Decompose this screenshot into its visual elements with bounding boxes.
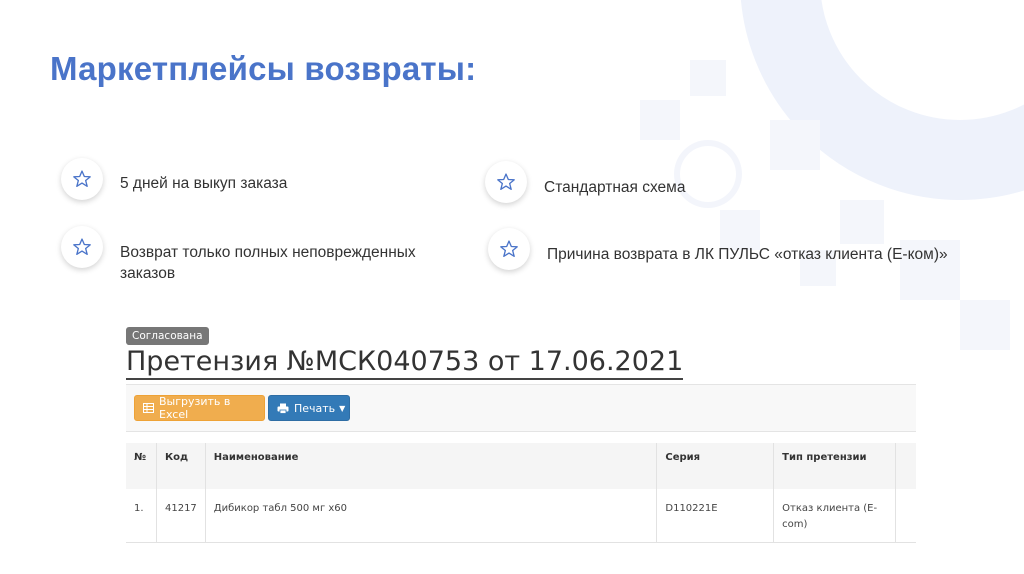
column-header-series: Серия bbox=[656, 443, 774, 489]
bullet-item: Возврат только полных неповрежденных зак… bbox=[61, 226, 465, 284]
cell-type: Отказ клиента (Е-com) bbox=[773, 489, 896, 543]
table-header-row: № Код Наименование Серия Тип претензии bbox=[126, 443, 916, 489]
decorative-circle bbox=[680, 146, 736, 202]
cell-num: 1. bbox=[134, 503, 144, 514]
cell-code: 41217 bbox=[155, 489, 206, 543]
bullet-text: Стандартная схема bbox=[544, 179, 686, 196]
column-header-name: Наименование bbox=[204, 443, 657, 489]
printer-icon bbox=[277, 403, 289, 414]
print-button[interactable]: Печать ▼ bbox=[268, 395, 350, 421]
decorative-square bbox=[960, 300, 1010, 350]
bullet-item: 5 дней на выкуп заказа bbox=[61, 158, 287, 200]
column-header-code: Код bbox=[155, 443, 206, 489]
table-row: 1. 41217 Дибикор табл 500 мг х60 D110221… bbox=[126, 489, 916, 543]
page-title: Маркетплейсы возвраты: bbox=[50, 50, 477, 87]
table-icon bbox=[143, 403, 154, 413]
cell-name: Дибикор табл 500 мг х60 bbox=[204, 489, 657, 543]
bullet-item: Причина возврата в ЛК ПУЛЬС «отказ клиен… bbox=[488, 228, 948, 270]
decorative-square bbox=[690, 60, 726, 96]
cell-extra bbox=[894, 489, 916, 543]
column-header-num: № bbox=[134, 452, 147, 463]
claim-table: № Код Наименование Серия Тип претензии 1… bbox=[126, 443, 916, 543]
star-icon bbox=[485, 161, 527, 203]
bullet-text: Причина возврата в ЛК ПУЛЬС «отказ клиен… bbox=[547, 246, 948, 263]
bullet-item: Стандартная схема bbox=[485, 161, 685, 203]
decorative-square bbox=[640, 100, 680, 140]
claim-title: Претензия №МСК040753 от 17.06.2021 bbox=[126, 345, 684, 380]
star-icon bbox=[488, 228, 530, 270]
decorative-ring bbox=[740, 0, 1024, 200]
caret-down-icon: ▼ bbox=[339, 403, 346, 413]
star-icon bbox=[61, 158, 103, 200]
column-header-extra bbox=[894, 443, 916, 489]
bullet-text: Возврат только полных неповрежденных зак… bbox=[120, 244, 416, 282]
print-label: Печать bbox=[294, 401, 336, 415]
star-icon bbox=[61, 226, 103, 268]
bullet-text: 5 дней на выкуп заказа bbox=[120, 175, 288, 192]
column-header-type: Тип претензии bbox=[773, 443, 896, 489]
export-excel-button[interactable]: Выгрузить в Excel bbox=[134, 395, 265, 421]
export-excel-label: Выгрузить в Excel bbox=[159, 395, 231, 421]
cell-series: D110221E bbox=[656, 489, 774, 543]
decorative-square bbox=[770, 120, 820, 170]
status-badge: Согласована bbox=[126, 327, 209, 345]
